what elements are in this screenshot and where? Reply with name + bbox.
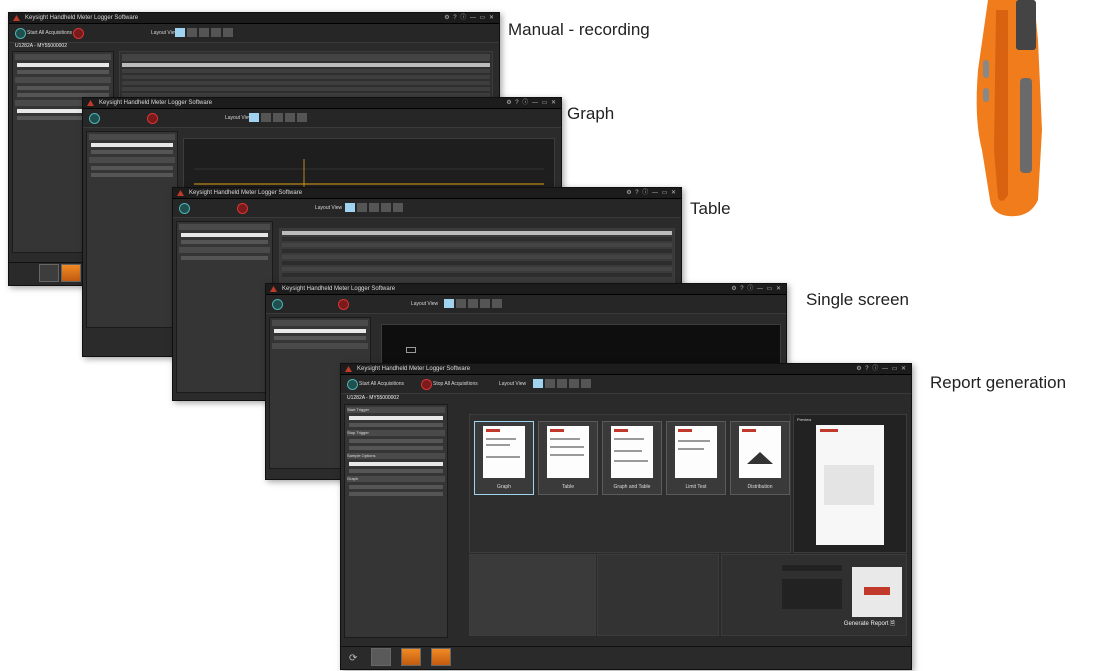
- meter-tile[interactable]: [39, 264, 59, 282]
- start-all-button[interactable]: [15, 28, 26, 39]
- stop-all-button[interactable]: [421, 379, 432, 390]
- window-controls[interactable]: ⚙ ? ⓘ — ▭ ✕: [856, 364, 907, 374]
- toolbar: Start All Acquisitions Layout View: [9, 24, 499, 43]
- report-preview-panel: Preview: [793, 414, 907, 553]
- handheld-meter-image: [976, 0, 1042, 217]
- title-bar: Keysight Handheld Meter Logger Software ⚙…: [9, 13, 499, 24]
- layout-view-label: Layout View: [315, 205, 343, 211]
- meter-tile[interactable]: [401, 648, 421, 666]
- preview-label: Preview: [797, 417, 812, 422]
- lower-panel: [597, 554, 719, 636]
- layout-view-selector[interactable]: [533, 379, 591, 388]
- keysight-logo-icon: [13, 15, 20, 21]
- layout-view-label: Layout View: [499, 381, 527, 387]
- toolbar: Layout View: [266, 295, 786, 314]
- keysight-logo-icon: [87, 100, 94, 106]
- meter-tile[interactable]: [431, 648, 451, 666]
- toolbar: Layout View: [83, 109, 561, 128]
- stop-all-button[interactable]: [237, 203, 248, 214]
- settings-panel: [86, 131, 178, 328]
- toolbar: Layout View: [173, 199, 681, 218]
- window-controls[interactable]: ⚙ ? ⓘ — ▭ ✕: [506, 98, 557, 108]
- start-all-label: Start All Acquisitions: [27, 30, 73, 36]
- keysight-logo-icon: [177, 190, 184, 196]
- report-template-label: Graph: [497, 484, 511, 490]
- report-template-label: Distribution: [747, 484, 773, 490]
- report-template-tile[interactable]: Table: [538, 421, 598, 495]
- report-template-label: Table: [562, 484, 574, 490]
- document-icon: 🗎: [890, 621, 895, 627]
- settings-panel: [176, 221, 273, 393]
- toolbar: Start All Acquisitions Stop All Acquisit…: [341, 375, 911, 394]
- window-controls[interactable]: ⚙ ? ⓘ — ▭ ✕: [626, 188, 677, 198]
- window-controls[interactable]: ⚙ ? ⓘ — ▭ ✕: [444, 13, 495, 23]
- refresh-icon[interactable]: ⟳: [349, 653, 357, 664]
- label-table: Table: [690, 199, 731, 218]
- section-header: Stop Trigger: [347, 430, 445, 436]
- start-all-button[interactable]: [347, 379, 358, 390]
- settings-panel: Start Trigger Stop Trigger Sample Option…: [344, 404, 448, 638]
- layout-view-label: Layout View: [411, 301, 439, 307]
- device-name: U1282A - MY55000002: [347, 395, 399, 401]
- stop-all-button[interactable]: [338, 299, 349, 310]
- layout-view-selector[interactable]: [249, 113, 307, 122]
- title-bar: Keysight Handheld Meter Logger Software ⚙…: [341, 364, 911, 375]
- label-manual-recording: Manual - recording: [508, 20, 650, 39]
- start-all-button[interactable]: [179, 203, 190, 214]
- label-report-generation: Report generation: [930, 373, 1067, 392]
- start-all-button[interactable]: [89, 113, 100, 124]
- lower-panel: [469, 554, 596, 636]
- device-name: U1282A - MY55000002: [15, 43, 67, 49]
- meter-bar: ⟳: [341, 646, 911, 669]
- label-single-screen: Single screen: [806, 290, 910, 309]
- label-graph: Graph: [567, 104, 615, 123]
- section-header: Start Trigger: [347, 407, 445, 413]
- report-template-area: Graph Table Graph and Table Limit Test D…: [469, 414, 791, 553]
- stop-all-button[interactable]: [73, 28, 84, 39]
- layout-view-selector[interactable]: [345, 203, 403, 212]
- window-title: Keysight Handheld Meter Logger Software: [99, 100, 213, 106]
- report-preview-page: [816, 425, 884, 545]
- window-title: Keysight Handheld Meter Logger Software: [189, 190, 303, 196]
- report-template-tile[interactable]: Distribution: [730, 421, 790, 495]
- title-bar: Keysight Handheld Meter Logger Software ⚙…: [173, 188, 681, 199]
- section-header: Graph: [347, 476, 445, 482]
- stop-all-label: Stop All Acquisitions: [433, 381, 478, 387]
- generate-report-button[interactable]: Generate Report 🗎: [844, 619, 895, 629]
- layout-view-selector[interactable]: [175, 28, 233, 37]
- layout-view-selector[interactable]: [444, 299, 502, 308]
- keysight-logo-icon: [270, 286, 277, 292]
- start-all-label: Start All Acquisitions: [359, 381, 405, 387]
- stop-all-button[interactable]: [147, 113, 158, 124]
- start-all-button[interactable]: [272, 299, 283, 310]
- generate-report-label: Generate Report: [843, 621, 889, 627]
- report-template-tile[interactable]: Graph: [474, 421, 534, 495]
- window-controls[interactable]: ⚙ ? ⓘ — ▭ ✕: [731, 284, 782, 294]
- section-header: Sample Options: [347, 453, 445, 459]
- report-template-tile[interactable]: Graph and Table: [602, 421, 662, 495]
- window-report-generation: Keysight Handheld Meter Logger Software ⚙…: [340, 363, 912, 670]
- window-title: Keysight Handheld Meter Logger Software: [282, 286, 396, 292]
- window-title: Keysight Handheld Meter Logger Software: [25, 15, 139, 21]
- keysight-logo-icon: [345, 366, 352, 372]
- title-bar: Keysight Handheld Meter Logger Software ⚙…: [83, 98, 561, 109]
- report-template-label: Graph and Table: [613, 484, 651, 490]
- report-template-tile[interactable]: Limit Test: [666, 421, 726, 495]
- report-template-label: Limit Test: [685, 484, 707, 490]
- title-bar: Keysight Handheld Meter Logger Software ⚙…: [266, 284, 786, 295]
- window-title: Keysight Handheld Meter Logger Software: [357, 366, 471, 372]
- meter-tile[interactable]: [61, 264, 81, 282]
- meter-tile[interactable]: [371, 648, 391, 666]
